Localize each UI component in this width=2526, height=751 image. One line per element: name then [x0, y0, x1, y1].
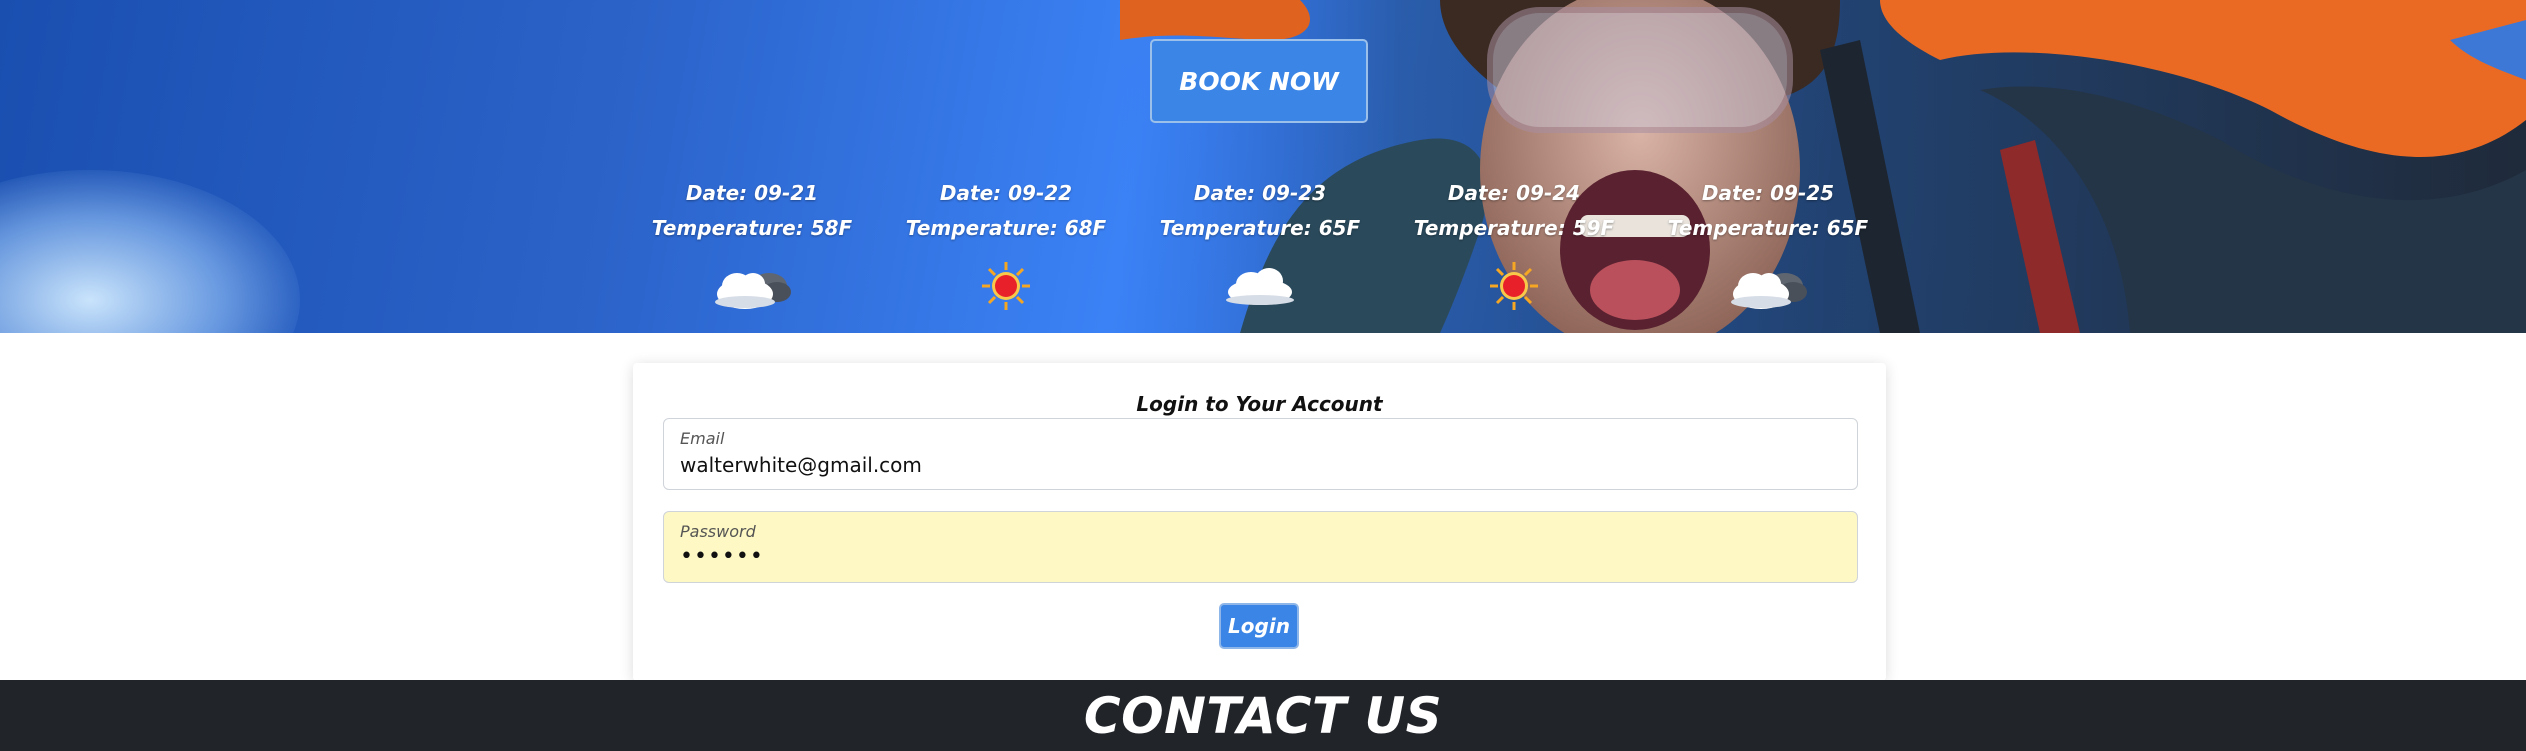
login-card: Login to Your Account Email Password •••…	[633, 363, 1886, 681]
email-field[interactable]: Email	[663, 418, 1858, 490]
forecast-day-3: Date: 09-23 Temperature: 65F	[1145, 176, 1375, 316]
cloud-icon	[1226, 268, 1294, 305]
forecast-date: Date: 09-22	[939, 181, 1073, 205]
forecast-day-1: Date: 09-21 Temperature: 58F	[637, 176, 867, 316]
forecast-date: Date: 09-24	[1447, 181, 1581, 205]
forecast-day-4: Date: 09-24 Temperature: 59F	[1399, 176, 1629, 316]
forecast-temperature: Temperature: 59F	[1413, 216, 1615, 240]
forecast-day-5: Date: 09-25 Temperature: 65F	[1653, 176, 1883, 316]
password-input[interactable]: ••••••	[680, 544, 1830, 569]
email-input[interactable]	[680, 453, 1830, 477]
footer: CONTACT US	[0, 680, 2526, 751]
hero-banner: BOOK NOW Date: 09-21 Temperature: 58F Da…	[0, 0, 2526, 333]
partly-cloudy-icon	[1731, 273, 1807, 309]
partly-cloudy-icon	[715, 273, 791, 309]
email-label: Email	[680, 429, 725, 448]
password-label: Password	[680, 522, 756, 541]
forecast-temperature: Temperature: 58F	[651, 216, 853, 240]
contact-us-heading: CONTACT US	[1083, 686, 1443, 745]
forecast-day-2: Date: 09-22 Temperature: 68F	[891, 176, 1121, 316]
password-field[interactable]: Password ••••••	[663, 511, 1858, 583]
sky-glow	[0, 170, 300, 333]
sun-icon	[982, 262, 1030, 310]
forecast-date: Date: 09-25	[1701, 181, 1835, 205]
login-button[interactable]: Login	[1219, 603, 1299, 649]
book-now-button[interactable]: BOOK NOW	[1150, 39, 1368, 123]
forecast-temperature: Temperature: 65F	[1667, 216, 1869, 240]
forecast-date: Date: 09-23	[1193, 181, 1327, 205]
forecast-date: Date: 09-21	[685, 181, 819, 205]
forecast-temperature: Temperature: 68F	[905, 216, 1107, 240]
forecast-temperature: Temperature: 65F	[1159, 216, 1361, 240]
sun-icon	[1490, 262, 1538, 310]
login-title: Login to Your Account	[1136, 392, 1383, 416]
